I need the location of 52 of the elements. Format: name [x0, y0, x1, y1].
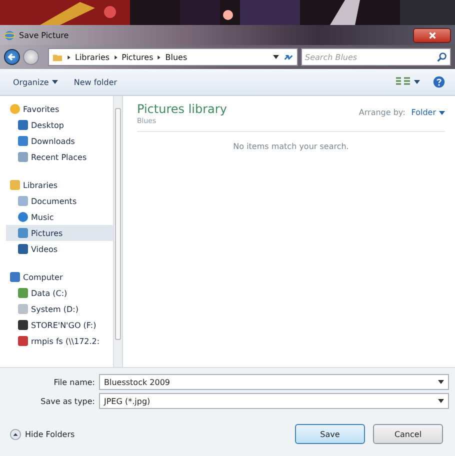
file-name-field[interactable]: Bluesstock 2009 [99, 374, 449, 390]
arrange-dropdown[interactable]: Folder [411, 108, 445, 117]
field-label: File name: [52, 378, 95, 386]
collapse-icon [10, 428, 21, 440]
breadcrumb[interactable]: Blues [165, 52, 188, 62]
chevron-icon [67, 54, 71, 60]
arrange-label: Arrange by: [358, 108, 406, 117]
back-button[interactable] [4, 49, 20, 65]
globe-icon [4, 30, 15, 40]
sidebar-item[interactable]: Libraries [6, 177, 113, 193]
breadcrumb[interactable]: Libraries [75, 52, 110, 62]
sidebar-item[interactable]: Computer [6, 269, 113, 285]
sidebar-item[interactable]: Videos [6, 241, 113, 257]
hide-folders-button[interactable]: Hide Folders [10, 428, 75, 440]
caret-icon[interactable] [438, 399, 444, 403]
caret-icon [414, 80, 420, 84]
scrollbar[interactable] [113, 96, 122, 367]
library-title: Pictures library [137, 102, 227, 116]
sidebar-item[interactable]: Music [6, 209, 113, 225]
search-field[interactable]: Search Blues [301, 48, 451, 66]
help-icon[interactable] [433, 76, 445, 88]
address-bar[interactable]: Libraries Pictures Blues [48, 48, 298, 66]
chevron-icon [114, 54, 118, 60]
caret-icon [52, 80, 58, 84]
sidebar-item[interactable]: Documents [6, 193, 113, 209]
sidebar-item[interactable]: Favorites [6, 101, 113, 117]
window-title: Save Picture [19, 30, 69, 40]
dialog-button[interactable]: Cancel [373, 424, 443, 444]
sidebar-item[interactable]: Downloads [6, 133, 113, 149]
sidebar-item[interactable]: STORE'N'GO (F:) [6, 317, 113, 333]
file-type-dropdown[interactable]: JPEG (*.jpg) [99, 393, 449, 409]
dialog-button[interactable]: Save [295, 424, 365, 444]
organize-menu[interactable]: Organize [10, 76, 61, 88]
empty-message: No items match your search. [232, 142, 350, 151]
new-folder-button[interactable]: New folder [70, 76, 120, 88]
breadcrumb[interactable]: Pictures [122, 52, 154, 62]
field-label: Save as type: [40, 396, 95, 406]
search-icon [437, 52, 447, 62]
sidebar-item[interactable]: Recent Places [6, 149, 113, 165]
sidebar-item[interactable]: System (D:) [6, 301, 113, 317]
sidebar-item[interactable]: Desktop [6, 117, 113, 133]
caret-icon[interactable] [438, 380, 444, 384]
caret-icon [439, 110, 445, 114]
sidebar-item[interactable]: rmpis fs (\\172.2: [6, 333, 113, 349]
close-icon [428, 30, 436, 40]
sidebar-item[interactable]: Pictures [6, 225, 113, 241]
close-button[interactable] [413, 28, 451, 42]
list-view-icon [395, 77, 411, 87]
chevron-icon [157, 54, 162, 60]
caret-icon[interactable] [273, 55, 279, 59]
sidebar-item[interactable]: Data (C:) [6, 285, 113, 301]
back-arrow-icon [7, 52, 17, 62]
